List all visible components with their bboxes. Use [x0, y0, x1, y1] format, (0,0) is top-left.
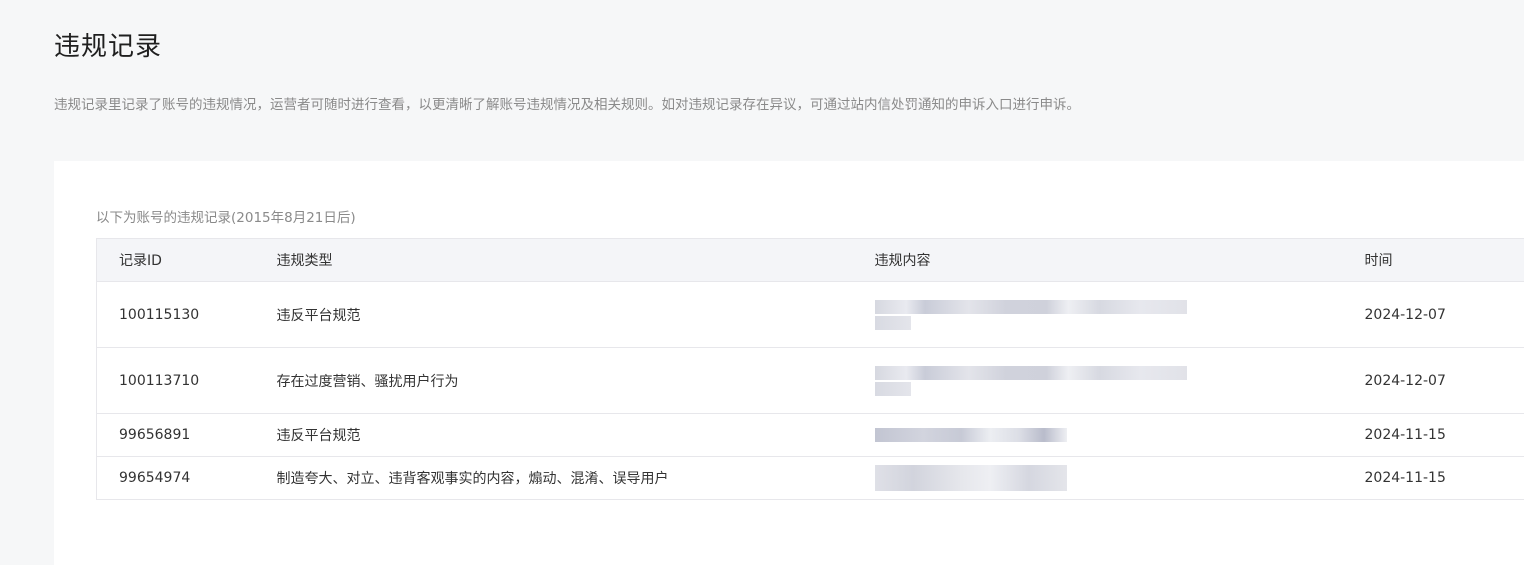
- record-id: 100113710: [119, 372, 200, 389]
- redacted-content-block: [874, 381, 911, 396]
- table-row: 99654974 制造夸大、对立、违背客观事实的内容，煽动、混淆、误导用户 20…: [96, 456, 1524, 500]
- violation-content-redacted: [874, 348, 1365, 414]
- violation-time: 2024-11-15: [1364, 427, 1446, 443]
- record-id: 99656891: [119, 427, 191, 443]
- column-header-id: 记录ID: [119, 253, 162, 269]
- redacted-content-block: [874, 428, 1067, 442]
- violation-table-wrapper: 记录ID 违规类型 违规内容 时间 100115130 违反平台规范 2024-…: [96, 238, 1524, 500]
- violation-type: 违反平台规范: [276, 428, 361, 444]
- violation-records-table: 记录ID 违规类型 违规内容 时间 100115130 违反平台规范 2024-…: [96, 238, 1524, 500]
- table-row: 99656891 违反平台规范 2024-11-15: [96, 413, 1524, 457]
- page-title: 违规记录: [54, 32, 163, 62]
- redacted-content-block: [874, 465, 1067, 491]
- column-header-content: 违规内容: [874, 253, 931, 269]
- column-header-type: 违规类型: [276, 253, 333, 269]
- record-id: 99654974: [119, 470, 191, 486]
- violation-content-redacted: [874, 414, 1365, 457]
- redacted-content-block: [874, 315, 911, 330]
- column-header-time: 时间: [1364, 253, 1393, 269]
- violation-content-redacted: [874, 457, 1365, 500]
- table-caption: 以下为账号的违规记录(2015年8月21日后): [96, 210, 356, 226]
- redacted-content-block: [874, 299, 1187, 314]
- redacted-content-block: [874, 365, 1187, 380]
- violation-time: 2024-11-15: [1364, 470, 1446, 486]
- violation-records-card: 以下为账号的违规记录(2015年8月21日后) 记录ID 违规类型 违规内容 时…: [54, 161, 1524, 565]
- violation-type: 违反平台规范: [276, 307, 361, 324]
- violation-time: 2024-12-07: [1364, 306, 1446, 323]
- violation-time: 2024-12-07: [1364, 372, 1446, 389]
- violation-type: 存在过度营销、骚扰用户行为: [276, 373, 459, 390]
- violation-content-redacted: [874, 282, 1365, 348]
- page-description: 违规记录里记录了账号的违规情况，运营者可随时进行查看，以更清晰了解账号违规情况及…: [54, 97, 1080, 113]
- table-header-row: 记录ID 违规类型 违规内容 时间: [96, 238, 1524, 282]
- table-row: 100115130 违反平台规范 2024-12-07: [96, 281, 1524, 348]
- record-id: 100115130: [119, 306, 200, 323]
- violation-type: 制造夸大、对立、违背客观事实的内容，煽动、混淆、误导用户: [276, 471, 669, 487]
- table-row: 100113710 存在过度营销、骚扰用户行为 2024-12-07: [96, 347, 1524, 414]
